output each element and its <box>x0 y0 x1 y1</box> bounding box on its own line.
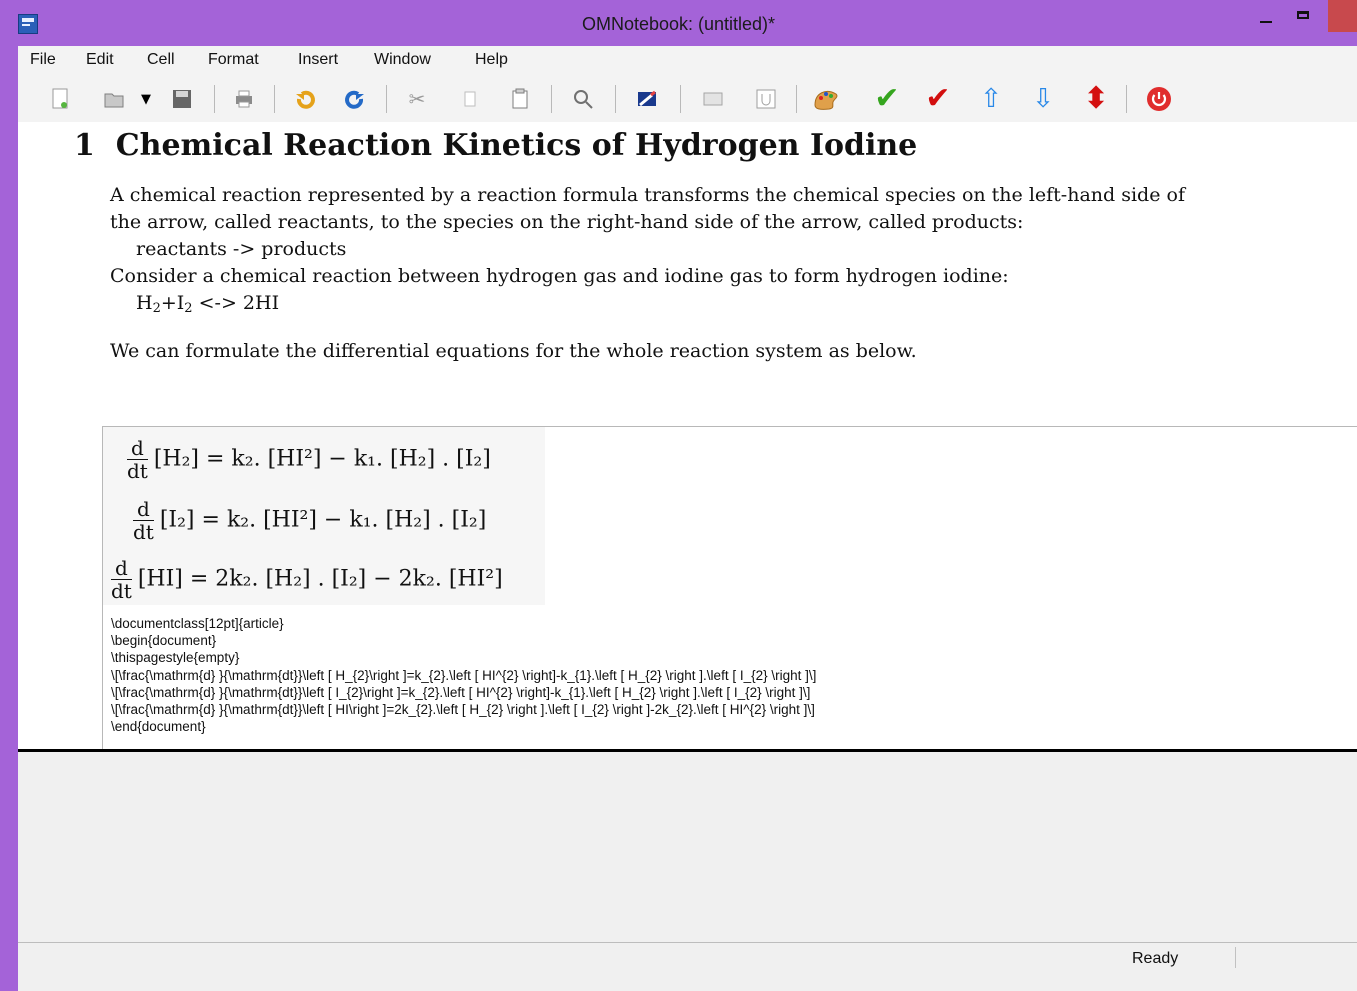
title-bar: OMNotebook: (untitled)* <box>0 0 1357 46</box>
menu-file[interactable]: File <box>30 51 56 69</box>
cut-icon[interactable]: ✂ <box>402 84 432 114</box>
maximize-button[interactable] <box>1292 6 1318 30</box>
menu-window[interactable]: Window <box>374 51 431 69</box>
open-icon[interactable] <box>99 84 129 114</box>
toolbar-separator <box>1126 85 1127 113</box>
paragraph-text: Consider a chemical reaction between hyd… <box>110 265 1009 287</box>
equation-output: d dt [H₂] = k₂. [HI²] − k₁. [H₂] . [I₂] dd… <box>103 427 545 605</box>
copy-icon[interactable] <box>455 84 485 114</box>
status-bar: Ready <box>18 942 1357 973</box>
check-icon[interactable]: ✔ <box>872 84 902 114</box>
menu-insert[interactable]: Insert <box>298 51 338 69</box>
print-icon[interactable] <box>229 84 259 114</box>
undo-icon[interactable] <box>290 84 320 114</box>
intro-paragraph: A chemical reaction represented by a rea… <box>110 182 1190 322</box>
power-icon[interactable] <box>1144 84 1174 114</box>
toolbar: ▼ ✂ ✔ ✔ ⇧ ⇩ ⬍ <box>18 74 1357 123</box>
reactants-line: reactants -> products <box>136 238 347 260</box>
edit-cell-icon[interactable] <box>632 84 662 114</box>
menu-format[interactable]: Format <box>208 51 259 69</box>
redo-icon[interactable] <box>340 84 370 114</box>
latex-line: \begin{document} <box>111 633 217 649</box>
section-title-text: Chemical Reaction Kinetics of Hydrogen I… <box>115 128 918 163</box>
paragraph-text: A chemical reaction represented by a rea… <box>110 184 1185 233</box>
toolbar-separator <box>274 85 275 113</box>
menu-edit[interactable]: Edit <box>86 51 114 69</box>
window-title: OMNotebook: (untitled)* <box>581 14 776 34</box>
reaction-formula: H2+I2 <-> 2HI <box>136 292 280 316</box>
toolbar-separator <box>386 85 387 113</box>
menu-help[interactable]: Help <box>475 51 508 69</box>
new-document-icon[interactable] <box>46 84 76 114</box>
equation-3: d dt [HI] = 2k₂. [H₂] . [I₂] − 2k₂. [HI²] <box>111 556 503 603</box>
section-number: 1 <box>74 128 95 163</box>
arrow-down-icon[interactable]: ⇩ <box>1028 84 1058 114</box>
save-icon[interactable] <box>167 84 197 114</box>
menu-cell[interactable]: Cell <box>147 51 175 69</box>
latex-line: \documentclass[12pt]{article} <box>111 616 284 631</box>
grouped-cell-icon[interactable] <box>698 84 728 114</box>
toolbar-separator <box>796 85 797 113</box>
menu-bar: File Edit Cell Format Insert Window Help <box>18 46 1357 74</box>
equation-2: d dt [I₂] = k₂. [HI²] − k₁. [H₂] . [I₂] <box>133 497 487 544</box>
minimize-button[interactable] <box>1255 10 1279 34</box>
status-separator <box>1235 947 1236 968</box>
latex-line: \end{document} <box>111 719 206 735</box>
latex-cell[interactable]: d dt [H₂] = k₂. [HI²] − k₁. [H₂] . [I₂] dd… <box>102 426 1357 752</box>
double-arrow-icon[interactable]: ⬍ <box>1081 84 1111 114</box>
application-window: OMNotebook: (untitled)* File Edit Cell F… <box>0 0 1357 991</box>
paste-icon[interactable] <box>505 84 535 114</box>
toolbar-separator <box>214 85 215 113</box>
dropdown-arrow-icon[interactable]: ▼ <box>131 84 161 114</box>
arrow-up-icon[interactable]: ⇧ <box>976 84 1006 114</box>
latex-line: \thispagestyle{empty} <box>111 650 240 666</box>
text-cell-icon[interactable] <box>751 84 781 114</box>
search-icon[interactable] <box>568 84 598 114</box>
equations-intro: We can formulate the differential equati… <box>110 340 917 362</box>
toolbar-separator <box>615 85 616 113</box>
status-text: Ready <box>1132 950 1179 967</box>
latex-source[interactable]: \documentclass[12pt]{article} \begin{doc… <box>111 615 1351 735</box>
latex-line: \[\frac{\mathrm{d} }{\mathrm{dt}}\left [… <box>111 684 811 700</box>
close-button[interactable] <box>1328 0 1357 32</box>
toolbar-separator <box>680 85 681 113</box>
latex-line: \[\frac{\mathrm{d} }{\mathrm{dt}}\left [… <box>111 702 815 718</box>
section-title: 1 Chemical Reaction Kinetics of Hydrogen… <box>74 128 917 163</box>
equation-1: d dt [H₂] = k₂. [HI²] − k₁. [H₂] . [I₂] <box>127 436 491 483</box>
client-area: File Edit Cell Format Insert Window Help… <box>18 46 1357 991</box>
paint-icon[interactable] <box>811 84 841 114</box>
notebook-document[interactable]: 1 Chemical Reaction Kinetics of Hydrogen… <box>18 122 1357 991</box>
toolbar-separator <box>551 85 552 113</box>
latex-line: \[\frac{\mathrm{d} }{\mathrm{dt}}\left [… <box>111 667 817 683</box>
check-red-icon[interactable]: ✔ <box>923 84 953 114</box>
